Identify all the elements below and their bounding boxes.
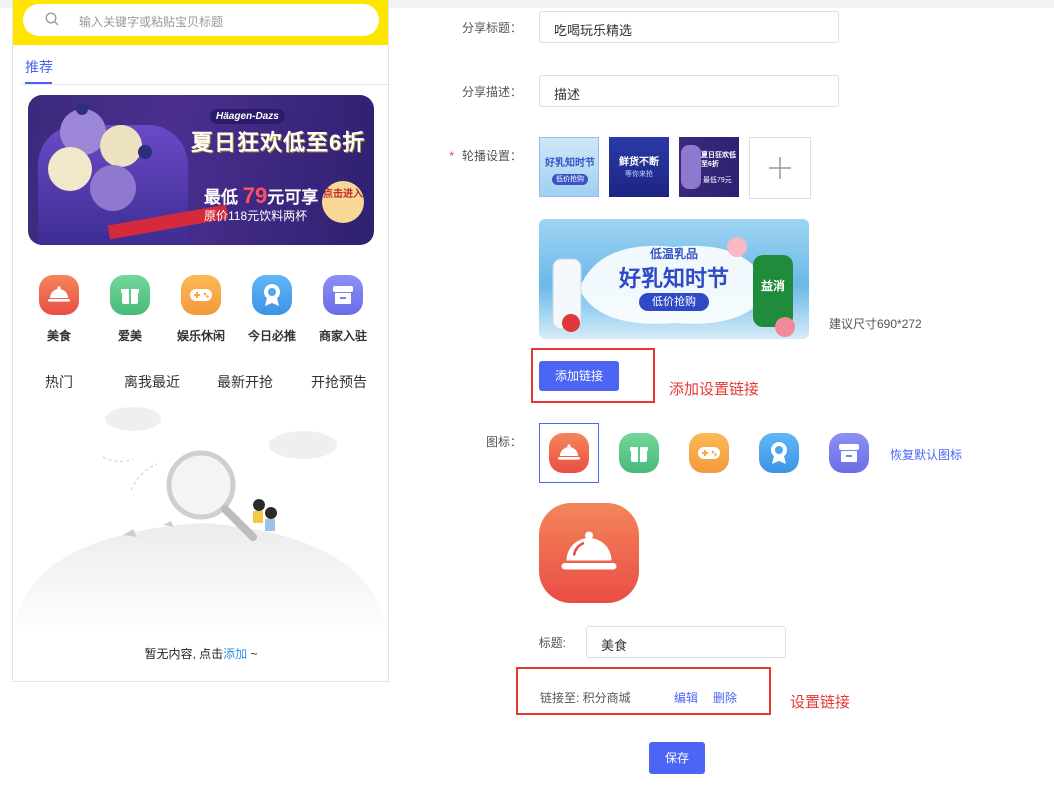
- plus-icon: [769, 157, 791, 179]
- carousel-label: * 轮播设置：: [412, 147, 522, 164]
- share-title-input[interactable]: 吃喝玩乐精选: [539, 11, 839, 43]
- gamepad-icon: [181, 275, 221, 315]
- empty-state-text: 暂无内容, 点击添加 ~: [13, 645, 388, 662]
- share-title-label: 分享标题：: [461, 21, 522, 35]
- category-food[interactable]: 美食: [29, 275, 89, 344]
- category-merchant[interactable]: 商家入驻: [313, 275, 373, 344]
- carousel-thumb-1[interactable]: 好乳知时节 低价抢购: [539, 137, 599, 197]
- food-cloche-icon: [549, 433, 589, 473]
- gift-icon: [110, 275, 150, 315]
- reset-icon-link[interactable]: 恢复默认图标: [890, 446, 962, 463]
- gamepad-icon: [689, 433, 729, 473]
- ice-cream-scoop: [48, 147, 92, 191]
- store-icon: [323, 275, 363, 315]
- thumb-sub: 等你来抢: [625, 171, 653, 178]
- thumb-caption: 夏日狂欢低至6折: [701, 152, 736, 168]
- carousel-add-button[interactable]: [749, 137, 811, 199]
- category-beauty[interactable]: 爱美: [100, 275, 160, 344]
- banner-sub-line: 原价118元饮料两杯: [204, 209, 308, 223]
- tab-recommend[interactable]: 推荐: [25, 57, 53, 77]
- share-desc-input[interactable]: 描述: [539, 75, 839, 107]
- share-desc-label: 分享描述：: [461, 85, 522, 99]
- category-label: 商家入驻: [318, 329, 367, 343]
- empty-text-prefix: 暂无内容, 点击: [144, 647, 224, 661]
- subtab-latest[interactable]: 最新开抢: [217, 372, 273, 392]
- thumb-sub: 低价抢购: [552, 174, 588, 185]
- delete-link-button[interactable]: 删除: [713, 689, 737, 706]
- preview-top-text: 低温乳品: [649, 247, 698, 261]
- banner-brand: Häagen-Dazs: [210, 109, 285, 124]
- award-icon: [759, 433, 799, 473]
- selected-icon-preview: [539, 503, 639, 603]
- preview-pill: 低价抢购: [639, 293, 709, 311]
- link-to-label: 链接至: 积分商城: [540, 691, 631, 705]
- carousel-thumb-3[interactable]: 夏日狂欢低至6折 最低79元: [679, 137, 739, 197]
- mobile-preview: 输入关键字或粘贴宝贝标题 推荐 Häagen-Dazs 夏日狂欢低至6折 最低 …: [12, 0, 389, 682]
- title-label: 标题:: [538, 636, 566, 650]
- carousel-thumb-2[interactable]: 鲜货不断 等你来抢: [609, 137, 669, 197]
- banner-price-value: 79: [242, 183, 268, 208]
- category-label: 爱美: [117, 329, 142, 343]
- subtab-upcoming[interactable]: 开抢预告: [311, 372, 367, 392]
- banner-stamp[interactable]: 点击进入: [322, 181, 364, 223]
- category-entertainment[interactable]: 娱乐休闲: [171, 275, 231, 344]
- search-bar: 输入关键字或粘贴宝贝标题: [13, 0, 388, 45]
- award-icon: [252, 275, 292, 315]
- icon-option-gift[interactable]: [609, 423, 669, 483]
- search-icon: [45, 12, 59, 26]
- save-button[interactable]: 保存: [649, 742, 705, 774]
- title-input[interactable]: 美食: [586, 626, 786, 658]
- carousel-preview-image: 低温乳品 好乳知时节 低价抢购 益消: [539, 219, 809, 339]
- ice-cream-scoop: [90, 165, 136, 211]
- banner-headline: 夏日狂欢低至6折: [191, 130, 366, 155]
- thumb-art: [681, 145, 701, 189]
- carousel-label-text: 轮播设置：: [461, 149, 522, 163]
- empty-text-suffix: ~: [247, 647, 258, 661]
- category-label: 今日必推: [247, 329, 296, 343]
- empty-add-link[interactable]: 添加: [223, 647, 247, 661]
- blueberry: [76, 103, 88, 115]
- thumb-caption: 鲜货不断: [619, 157, 659, 168]
- banner-price-line: 最低 79元可享: [204, 183, 318, 209]
- store-icon: [829, 433, 869, 473]
- search-placeholder: 输入关键字或粘贴宝贝标题: [79, 15, 224, 29]
- subtab-hot[interactable]: 热门: [45, 372, 73, 392]
- category-today[interactable]: 今日必推: [242, 275, 302, 344]
- size-hint: 建议尺寸690*272: [829, 317, 922, 331]
- tab-divider: [21, 84, 388, 85]
- food-cloche-icon: [561, 531, 617, 570]
- icon-option-gamepad[interactable]: [679, 423, 739, 483]
- required-mark: *: [449, 149, 454, 163]
- annotation-add-link: 添加设置链接: [669, 381, 760, 398]
- category-label: 美食: [46, 329, 71, 343]
- icon-option-food[interactable]: [539, 423, 599, 483]
- banner-price-suffix: 元可享: [267, 188, 319, 207]
- icon-label: 图标：: [485, 435, 522, 449]
- ice-cream-scoop: [100, 125, 142, 167]
- gift-icon: [619, 433, 659, 473]
- subtab-nearby[interactable]: 离我最近: [124, 372, 180, 392]
- banner-price-prefix: 最低: [204, 188, 238, 207]
- annotation-set-link: 设置链接: [790, 694, 851, 711]
- preview-bottle-label: 益消: [760, 279, 785, 293]
- category-label: 娱乐休闲: [176, 329, 225, 343]
- add-link-button[interactable]: 添加链接: [539, 361, 619, 391]
- food-cloche-icon: [39, 275, 79, 315]
- thumb-caption: 好乳知时节: [545, 158, 595, 169]
- icon-option-store[interactable]: [819, 423, 879, 483]
- blueberry: [138, 145, 152, 159]
- thumb-sub: 最低79元: [703, 177, 732, 184]
- icon-option-award[interactable]: [749, 423, 809, 483]
- edit-link-button[interactable]: 编辑: [674, 689, 698, 706]
- promo-banner[interactable]: Häagen-Dazs 夏日狂欢低至6折 最低 79元可享 原价118元饮料两杯…: [28, 95, 374, 245]
- empty-state-illustration: [13, 407, 388, 635]
- search-input[interactable]: 输入关键字或粘贴宝贝标题: [23, 4, 379, 36]
